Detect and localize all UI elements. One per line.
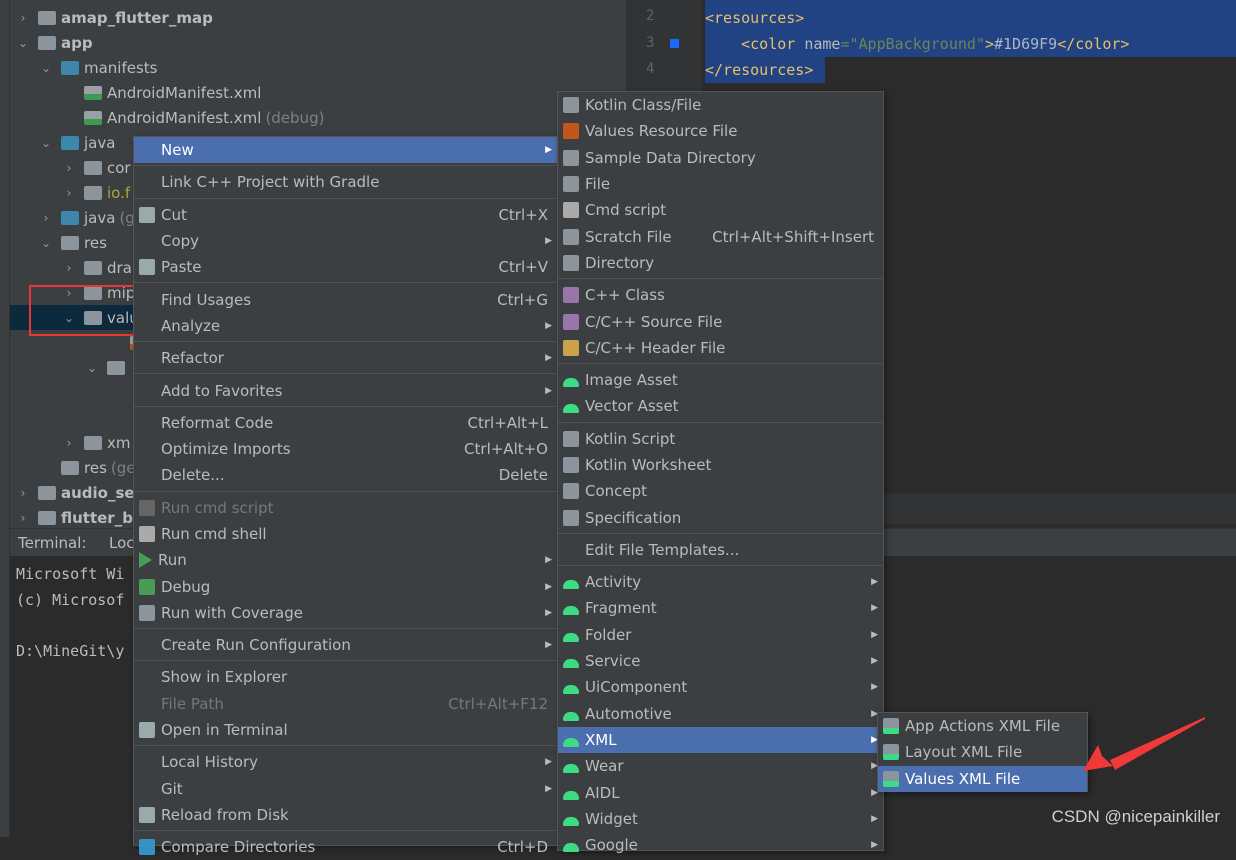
menu-item-shortcut: Ctrl+D — [497, 838, 548, 857]
watermark: CSDN @nicepainkiller — [1051, 807, 1220, 826]
menu-item-compare-directories[interactable]: Compare Directories Ctrl+D — [134, 834, 557, 860]
android-icon — [563, 843, 579, 853]
menu-item-label: Compare Directories — [161, 838, 316, 857]
menu-item-label: Google — [585, 836, 638, 855]
chevron-right-icon: ▶ — [871, 840, 878, 851]
annotation-arrow — [1083, 717, 1205, 771]
compare-icon — [139, 839, 155, 856]
